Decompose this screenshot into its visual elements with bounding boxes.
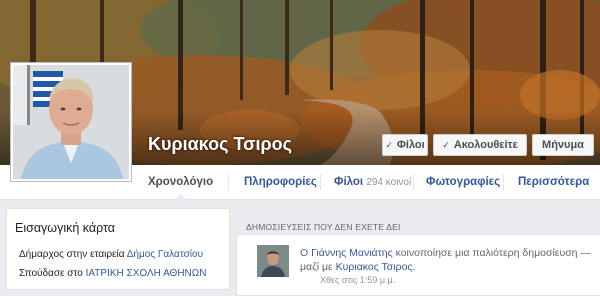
tab-divider [503, 174, 504, 190]
tab-more[interactable]: Περισσότερα [518, 165, 589, 199]
profile-picture-image [13, 65, 129, 179]
tab-friends[interactable]: Φίλοι 294 κοινοί [334, 165, 411, 199]
unseen-posts-header: ΔΗΜΟΣΙΕΥΣΕΙΣ ΠΟΥ ΔΕΝ ΕΧΕΤΕ ΔΕΙ [246, 222, 401, 232]
study-link[interactable]: ΙΑΤΡΙΚΗ ΣΧΟΛΗ ΑΘΗΝΩΝ [86, 268, 207, 279]
post-action: κοινοποίησε μια παλιότερη δημοσίευση — [395, 247, 591, 259]
message-button-label: Μήνυμα [542, 139, 584, 151]
checkmark-icon: ✓ [385, 140, 393, 150]
tab-about[interactable]: Πληροφορίες [244, 165, 317, 199]
follow-button-label: Ακολουθείτε [453, 139, 518, 151]
study-prefix: Σπούδασε στο [19, 268, 83, 279]
follow-button[interactable]: ✓ Ακολουθείτε [433, 134, 527, 156]
post-author-avatar[interactable] [257, 245, 289, 277]
rss-icon: ✓ [442, 140, 450, 150]
profile-picture[interactable] [10, 62, 132, 182]
intro-study-line: Σπούδασε στο ΙΑΤΡΙΚΗ ΣΧΟΛΗ ΑΘΗΝΩΝ [19, 268, 206, 279]
post-prefix: Ο [300, 247, 309, 259]
tab-friends-label: Φίλοι [334, 176, 364, 188]
tab-photos[interactable]: Φωτογραφίες [426, 165, 500, 199]
intro-card-title: Εισαγωγική κάρτα [15, 221, 116, 235]
work-prefix: Δήμαρχος στην εταιρεία [19, 249, 125, 260]
post-header-text: Ο Γιάννης Μανιάτης κοινοποίησε μια παλιό… [300, 246, 596, 274]
work-link[interactable]: Δήμος Γαλατσίου [127, 249, 203, 260]
feed-post: Ο Γιάννης Μανιάτης κοινοποίησε μια παλιό… [236, 234, 600, 296]
tab-timeline[interactable]: Χρονολόγιο [148, 165, 213, 200]
tab-divider [413, 174, 414, 190]
post-author-link[interactable]: Γιάννης Μανιάτης [311, 247, 393, 259]
intro-work-line: Δήμαρχος στην εταιρεία Δήμος Γαλατσίου [19, 249, 203, 260]
intro-card: Εισαγωγική κάρτα Δήμαρχος στην εταιρεία … [6, 208, 230, 290]
profile-name[interactable]: Κυριακος Τσιρος [148, 134, 292, 155]
tab-divider [228, 174, 229, 190]
post-tagged-link[interactable]: Κυριακος Τσιρος. [336, 261, 416, 273]
post-with-prefix: μαζί με [300, 261, 333, 273]
friends-count: 294 κοινοί [366, 177, 412, 188]
tab-divider [320, 174, 321, 190]
cover-actions: ✓ Φίλοι ✓ Ακολουθείτε Μήνυμα [382, 134, 594, 156]
post-timestamp[interactable]: Χθες στις 1:59 μ.μ. [320, 275, 395, 285]
friends-button[interactable]: ✓ Φίλοι [382, 134, 428, 156]
message-button[interactable]: Μήνυμα [532, 134, 594, 156]
friends-button-label: Φίλοι [396, 139, 425, 151]
